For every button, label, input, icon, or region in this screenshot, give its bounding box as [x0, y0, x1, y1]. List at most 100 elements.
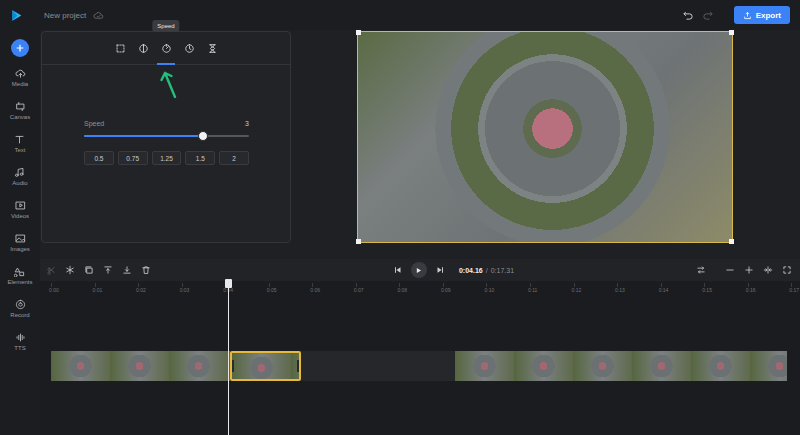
speed-preset-button[interactable]: 2	[219, 151, 249, 165]
ruler-tick: 0:01	[95, 283, 139, 287]
ruler-tick: 0:12	[574, 283, 618, 287]
panel-tabs: Speed	[42, 32, 290, 65]
duplicate-icon[interactable]	[84, 265, 94, 275]
video-clip[interactable]	[455, 351, 787, 381]
ruler-tick: 0:03	[182, 283, 226, 287]
ruler-tick: 0:17	[791, 283, 800, 287]
top-actions: Export	[682, 6, 790, 24]
ruler-tick: 0:13	[617, 283, 661, 287]
speed-slider[interactable]	[84, 135, 249, 137]
zoom-controls	[696, 265, 792, 275]
export-button[interactable]: Export	[734, 6, 790, 24]
upload-icon	[743, 11, 752, 20]
speed-label: Speed	[84, 120, 104, 127]
resize-handle[interactable]	[356, 239, 361, 244]
ruler-tick: 0:09	[443, 283, 487, 287]
ruler-tick: 0:02	[138, 283, 182, 287]
editor-body: MediaCanvasTextAudioVideosImagesElements…	[0, 30, 800, 435]
video-icon	[15, 200, 26, 211]
playhead-handle[interactable]	[225, 279, 232, 288]
cloud-saved-icon	[93, 10, 104, 21]
sidebar-item[interactable]: Text	[14, 134, 25, 167]
sidebar-item[interactable]: Images	[10, 233, 30, 266]
resize-icon	[115, 43, 126, 54]
sidebar-item[interactable]: Videos	[11, 200, 29, 233]
sidebar-item[interactable]: TTS	[14, 332, 25, 365]
redo-icon[interactable]	[702, 9, 714, 21]
resize-handle[interactable]	[729, 30, 734, 35]
sidebar-item[interactable]: Audio	[12, 167, 27, 200]
ruler-tick: 0:15	[704, 283, 748, 287]
resize-handle[interactable]	[729, 239, 734, 244]
sound-wave-icon	[15, 332, 26, 343]
resize-handle[interactable]	[356, 30, 361, 35]
panel-tab[interactable]	[203, 32, 221, 64]
play-icon	[414, 266, 423, 275]
trim-handle[interactable]	[297, 360, 299, 372]
upper-area: SpeedSpeed30.50.751.251.52	[40, 30, 800, 259]
brand: New project	[10, 9, 104, 22]
speed-presets: 0.5 0.75 1.251.5 2	[84, 151, 249, 165]
clock-icon	[184, 43, 195, 54]
editor-window: New project Export MediaCanvasTextAudioVid…	[0, 0, 800, 435]
image-icon	[15, 233, 26, 244]
ruler-tick: 0:06	[312, 283, 356, 287]
tooltip: Speed	[152, 20, 179, 32]
ruler-tick: 0:07	[356, 283, 400, 287]
speed-preset-button[interactable]: 0.5	[84, 151, 114, 165]
fullscreen-icon[interactable]	[782, 265, 792, 275]
align-down-icon[interactable]	[122, 265, 132, 275]
video-clip[interactable]	[230, 351, 301, 381]
music-note-icon	[14, 167, 25, 178]
skip-back-icon[interactable]	[393, 265, 403, 275]
scissors-icon[interactable]	[46, 265, 56, 275]
time-display: 0:04.16/0:17.31	[459, 267, 514, 274]
sidebar-item[interactable]: Record	[10, 299, 29, 332]
panel-tab[interactable]	[111, 32, 129, 64]
logo-play-icon[interactable]	[10, 9, 23, 22]
panel-tab[interactable]	[180, 32, 198, 64]
snowflake-icon[interactable]	[65, 265, 75, 275]
add-button[interactable]	[11, 39, 29, 57]
panel-tab[interactable]: Speed	[157, 32, 175, 64]
zoom-in-icon[interactable]	[744, 265, 754, 275]
ruler-tick: 0:05	[269, 283, 313, 287]
properties-panel: SpeedSpeed30.50.751.251.52	[41, 31, 291, 243]
trash-icon[interactable]	[141, 265, 151, 275]
shapes-icon	[14, 266, 25, 277]
playhead[interactable]	[228, 279, 229, 435]
trim-handle[interactable]	[232, 360, 234, 372]
play-button[interactable]	[411, 262, 427, 278]
panel-tab[interactable]	[134, 32, 152, 64]
ruler-tick: 0:10	[486, 283, 530, 287]
ruler-tick: 0:14	[661, 283, 705, 287]
timeline: 0:04.16/0:17.310:000:010:020:030:040:050…	[40, 259, 800, 435]
ruler-tick: 0:00	[51, 283, 95, 287]
filter-icon	[138, 43, 149, 54]
skip-forward-icon[interactable]	[435, 265, 445, 275]
speed-section: Speed30.50.751.251.52	[42, 65, 290, 165]
sidebar-item[interactable]: Elements	[7, 266, 32, 299]
canvas-icon	[15, 101, 26, 112]
zoom-out-icon[interactable]	[725, 265, 735, 275]
project-name[interactable]: New project	[44, 11, 86, 20]
fit-width-icon[interactable]	[763, 265, 773, 275]
align-up-icon[interactable]	[103, 265, 113, 275]
undo-icon[interactable]	[682, 9, 694, 21]
video-clip[interactable]	[51, 351, 230, 381]
sidebar-item[interactable]: Canvas	[10, 101, 30, 134]
swap-icon[interactable]	[696, 265, 706, 275]
video-preview[interactable]	[357, 31, 733, 243]
speed-preset-button[interactable]: 1.25	[152, 151, 182, 165]
slider-knob[interactable]	[198, 131, 208, 141]
hourglass-icon	[207, 43, 218, 54]
track-gap	[301, 351, 455, 381]
speed-preset-button[interactable]: 1.5	[185, 151, 215, 165]
upload-cloud-icon	[15, 68, 26, 79]
timeline-toolbar: 0:04.16/0:17.31	[40, 259, 800, 281]
sidebar-item[interactable]: Media	[12, 68, 28, 101]
speed-preset-button[interactable]: 0.75	[118, 151, 148, 165]
top-bar: New project Export	[0, 0, 800, 30]
slider-fill	[84, 135, 203, 137]
annotation-arrow-icon	[159, 69, 181, 99]
